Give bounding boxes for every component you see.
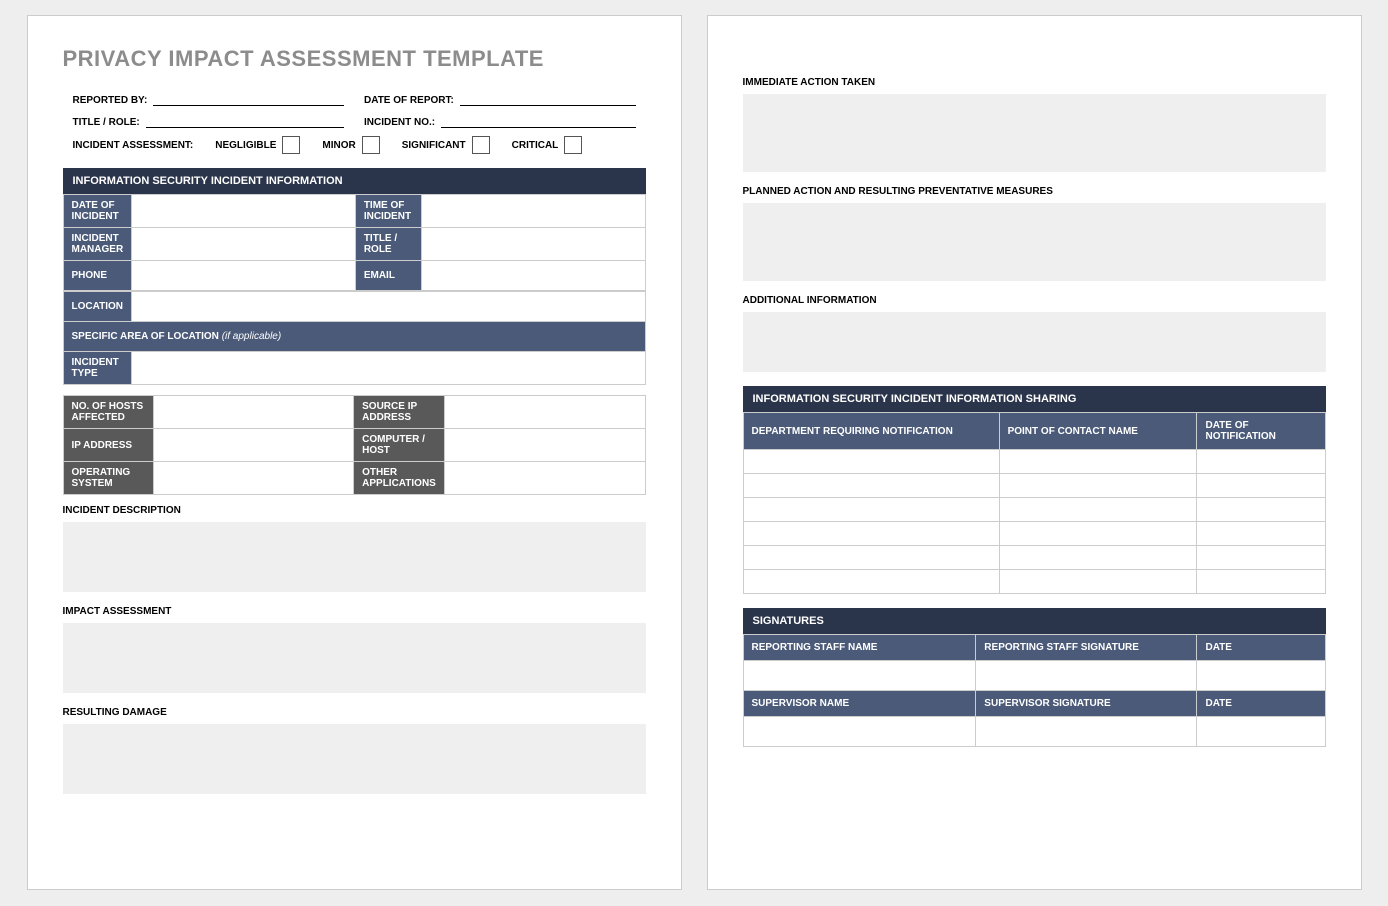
ip-address-input[interactable] [153, 429, 354, 462]
resulting-damage-input[interactable] [63, 724, 646, 794]
os-input[interactable] [153, 462, 354, 495]
other-apps-input[interactable] [444, 462, 645, 495]
sig-date1-label: DATE [1197, 635, 1325, 661]
impact-assessment-input[interactable] [63, 623, 646, 693]
incident-no-label: INCIDENT NO.: [364, 117, 435, 128]
computer-host-label: COMPUTER / HOST [354, 429, 445, 462]
incident-type-label: INCIDENT TYPE [63, 352, 131, 385]
header-fields: REPORTED BY: DATE OF REPORT: TITLE / ROL… [73, 92, 636, 154]
supervisor-name-input[interactable] [743, 717, 976, 747]
supervisor-name-label: SUPERVISOR NAME [743, 691, 976, 717]
signatures-table: REPORTING STAFF NAME REPORTING STAFF SIG… [743, 634, 1326, 747]
time-of-incident-input[interactable] [421, 195, 645, 228]
significant-label: SIGNIFICANT [402, 140, 466, 151]
table-row[interactable] [743, 498, 999, 522]
sharing-col-date: DATE OF NOTIFICATION [1197, 413, 1325, 450]
date-of-report-label: DATE OF REPORT: [364, 95, 454, 106]
incident-type-input[interactable] [131, 352, 645, 385]
source-ip-label: SOURCE IP ADDRESS [354, 396, 445, 429]
info-sec-header: INFORMATION SECURITY INCIDENT INFORMATIO… [63, 168, 646, 194]
impact-assessment-label: IMPACT ASSESSMENT [63, 606, 646, 617]
sharing-col-dept: DEPARTMENT REQUIRING NOTIFICATION [743, 413, 999, 450]
sharing-table: DEPARTMENT REQUIRING NOTIFICATION POINT … [743, 412, 1326, 594]
supervisor-sig-input[interactable] [976, 717, 1197, 747]
sharing-col-contact: POINT OF CONTACT NAME [999, 413, 1197, 450]
form-page-1: PRIVACY IMPACT ASSESSMENT TEMPLATE REPOR… [27, 15, 682, 890]
sig-date1-input[interactable] [1197, 661, 1325, 691]
page-title: PRIVACY IMPACT ASSESSMENT TEMPLATE [63, 46, 646, 72]
signatures-header: SIGNATURES [743, 608, 1326, 634]
hosts-affected-label: NO. OF HOSTS AFFECTED [63, 396, 153, 429]
title-role-input[interactable] [146, 114, 344, 128]
critical-checkbox[interactable] [564, 136, 582, 154]
additional-info-label: ADDITIONAL INFORMATION [743, 295, 1326, 306]
os-label: OPERATING SYSTEM [63, 462, 153, 495]
other-apps-label: OTHER APPLICATIONS [354, 462, 445, 495]
table-row[interactable] [743, 522, 999, 546]
location-table: LOCATION SPECIFIC AREA OF LOCATION (if a… [63, 291, 646, 385]
title-role-cell-input[interactable] [421, 228, 645, 261]
phone-label: PHONE [63, 261, 132, 291]
reporting-name-input[interactable] [743, 661, 976, 691]
supervisor-sig-label: SUPERVISOR SIGNATURE [976, 691, 1197, 717]
sig-date2-label: DATE [1197, 691, 1325, 717]
incident-info-table: DATE OF INCIDENT TIME OF INCIDENT INCIDE… [63, 194, 646, 291]
minor-label: MINOR [322, 140, 355, 151]
critical-label: CRITICAL [512, 140, 559, 151]
planned-action-input[interactable] [743, 203, 1326, 281]
minor-checkbox[interactable] [362, 136, 380, 154]
title-role-cell-label: TITLE / ROLE [355, 228, 421, 261]
assessment-label: INCIDENT ASSESSMENT: [73, 140, 194, 151]
location-input[interactable] [131, 292, 645, 322]
incident-no-input[interactable] [441, 114, 635, 128]
date-of-report-input[interactable] [460, 92, 636, 106]
negligible-checkbox[interactable] [282, 136, 300, 154]
reported-by-input[interactable] [153, 92, 344, 106]
incident-description-input[interactable] [63, 522, 646, 592]
reported-by-label: REPORTED BY: [73, 95, 148, 106]
immediate-action-input[interactable] [743, 94, 1326, 172]
immediate-action-label: IMMEDIATE ACTION TAKEN [743, 77, 1326, 88]
date-of-incident-input[interactable] [132, 195, 356, 228]
sharing-header: INFORMATION SECURITY INCIDENT INFORMATIO… [743, 386, 1326, 412]
reporting-sig-input[interactable] [976, 661, 1197, 691]
significant-checkbox[interactable] [472, 136, 490, 154]
time-of-incident-label: TIME OF INCIDENT [355, 195, 421, 228]
tech-details-table: NO. OF HOSTS AFFECTED SOURCE IP ADDRESS … [63, 395, 646, 495]
table-row[interactable] [743, 474, 999, 498]
resulting-damage-label: RESULTING DAMAGE [63, 707, 646, 718]
location-label: LOCATION [63, 292, 131, 322]
computer-host-input[interactable] [444, 429, 645, 462]
planned-action-label: PLANNED ACTION AND RESULTING PREVENTATIV… [743, 186, 1326, 197]
additional-info-input[interactable] [743, 312, 1326, 372]
phone-input[interactable] [132, 261, 356, 291]
title-role-label: TITLE / ROLE: [73, 117, 140, 128]
specific-area-label: SPECIFIC AREA OF LOCATION (if applicable… [63, 322, 645, 352]
sig-date2-input[interactable] [1197, 717, 1325, 747]
incident-description-label: INCIDENT DESCRIPTION [63, 505, 646, 516]
ip-address-label: IP ADDRESS [63, 429, 153, 462]
table-row[interactable] [743, 450, 999, 474]
date-of-incident-label: DATE OF INCIDENT [63, 195, 132, 228]
reporting-sig-label: REPORTING STAFF SIGNATURE [976, 635, 1197, 661]
negligible-label: NEGLIGIBLE [215, 140, 276, 151]
reporting-name-label: REPORTING STAFF NAME [743, 635, 976, 661]
hosts-affected-input[interactable] [153, 396, 354, 429]
email-label: EMAIL [355, 261, 421, 291]
form-page-2: IMMEDIATE ACTION TAKEN PLANNED ACTION AN… [707, 15, 1362, 890]
incident-manager-input[interactable] [132, 228, 356, 261]
table-row[interactable] [743, 570, 999, 594]
source-ip-input[interactable] [444, 396, 645, 429]
incident-manager-label: INCIDENT MANAGER [63, 228, 132, 261]
email-input[interactable] [421, 261, 645, 291]
table-row[interactable] [743, 546, 999, 570]
